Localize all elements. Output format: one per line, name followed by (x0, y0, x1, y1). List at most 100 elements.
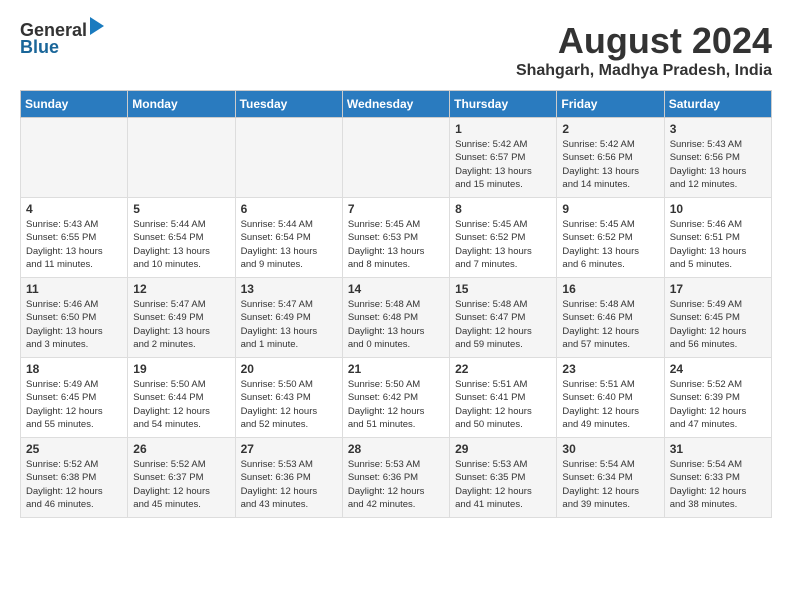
calendar-header-row: Sunday Monday Tuesday Wednesday Thursday… (21, 91, 772, 118)
calendar-cell-w1-d3 (342, 118, 449, 198)
day-info: Sunrise: 5:48 AMSunset: 6:47 PMDaylight:… (455, 298, 551, 351)
day-info: Sunrise: 5:54 AMSunset: 6:33 PMDaylight:… (670, 458, 766, 511)
day-info: Sunrise: 5:52 AMSunset: 6:38 PMDaylight:… (26, 458, 122, 511)
day-number: 19 (133, 362, 229, 376)
day-info: Sunrise: 5:42 AMSunset: 6:56 PMDaylight:… (562, 138, 658, 191)
calendar-cell-w2-d1: 5 Sunrise: 5:44 AMSunset: 6:54 PMDaylight… (128, 198, 235, 278)
calendar-cell-w4-d4: 22Sunrise: 5:51 AMSunset: 6:41 PMDayligh… (450, 358, 557, 438)
calendar-cell-w4-d5: 23 Sunrise: 5:51 AMSunset: 6:40 PMDayligh… (557, 358, 664, 438)
day-info: Sunrise: 5:51 AMSunset: 6:41 PMDaylight:… (455, 378, 551, 431)
logo-triangle-icon (90, 17, 104, 40)
day-info: Sunrise: 5:54 AMSunset: 6:34 PMDaylight:… (562, 458, 658, 511)
calendar-cell-w2-d5: 9Sunrise: 5:45 AMSunset: 6:52 PMDaylight… (557, 198, 664, 278)
calendar-week-1: 1 Sunrise: 5:42 AMSunset: 6:57 PMDaylight… (21, 118, 772, 198)
col-monday: Monday (128, 91, 235, 118)
day-info: Sunrise: 5:49 AMSunset: 6:45 PMDaylight:… (26, 378, 122, 431)
day-info: Sunrise: 5:48 AMSunset: 6:48 PMDaylight:… (348, 298, 444, 351)
calendar-cell-w2-d6: 10Sunrise: 5:46 AMSunset: 6:51 PMDayligh… (664, 198, 771, 278)
day-info: Sunrise: 5:47 AMSunset: 6:49 PMDaylight:… (133, 298, 229, 351)
calendar-cell-w4-d1: 19 Sunrise: 5:50 AMSunset: 6:44 PMDayligh… (128, 358, 235, 438)
calendar-week-4: 18 Sunrise: 5:49 AMSunset: 6:45 PMDayligh… (21, 358, 772, 438)
calendar-cell-w2-d2: 6Sunrise: 5:44 AMSunset: 6:54 PMDaylight… (235, 198, 342, 278)
day-info: Sunrise: 5:52 AMSunset: 6:37 PMDaylight:… (133, 458, 229, 511)
day-number: 3 (670, 122, 766, 136)
day-number: 7 (348, 202, 444, 216)
col-friday: Friday (557, 91, 664, 118)
day-info: Sunrise: 5:43 AMSunset: 6:55 PMDaylight:… (26, 218, 122, 271)
day-number: 17 (670, 282, 766, 296)
title-area: August 2024 Shahgarh, Madhya Pradesh, In… (516, 20, 772, 80)
day-number: 29 (455, 442, 551, 456)
calendar-cell-w5-d0: 25 Sunrise: 5:52 AMSunset: 6:38 PMDayligh… (21, 438, 128, 518)
calendar-cell-w3-d2: 13 Sunrise: 5:47 AMSunset: 6:49 PMDayligh… (235, 278, 342, 358)
day-number: 11 (26, 282, 122, 296)
day-info: Sunrise: 5:52 AMSunset: 6:39 PMDaylight:… (670, 378, 766, 431)
logo-blue-text: Blue (20, 37, 59, 58)
calendar-cell-w3-d1: 12 Sunrise: 5:47 AMSunset: 6:49 PMDayligh… (128, 278, 235, 358)
header: General Blue August 2024 Shahgarh, Madhy… (20, 20, 772, 80)
day-number: 28 (348, 442, 444, 456)
day-info: Sunrise: 5:46 AMSunset: 6:50 PMDaylight:… (26, 298, 122, 351)
day-number: 1 (455, 122, 551, 136)
col-saturday: Saturday (664, 91, 771, 118)
day-info: Sunrise: 5:44 AMSunset: 6:54 PMDaylight:… (133, 218, 229, 271)
calendar-cell-w5-d5: 30 Sunrise: 5:54 AMSunset: 6:34 PMDayligh… (557, 438, 664, 518)
calendar-cell-w5-d2: 27 Sunrise: 5:53 AMSunset: 6:36 PMDayligh… (235, 438, 342, 518)
day-number: 10 (670, 202, 766, 216)
calendar-week-3: 11 Sunrise: 5:46 AMSunset: 6:50 PMDayligh… (21, 278, 772, 358)
day-number: 25 (26, 442, 122, 456)
day-number: 30 (562, 442, 658, 456)
day-info: Sunrise: 5:53 AMSunset: 6:36 PMDaylight:… (348, 458, 444, 511)
day-info: Sunrise: 5:53 AMSunset: 6:36 PMDaylight:… (241, 458, 337, 511)
day-number: 16 (562, 282, 658, 296)
day-number: 26 (133, 442, 229, 456)
calendar-cell-w5-d6: 31 Sunrise: 5:54 AMSunset: 6:33 PMDayligh… (664, 438, 771, 518)
day-number: 18 (26, 362, 122, 376)
calendar-cell-w1-d4: 1 Sunrise: 5:42 AMSunset: 6:57 PMDaylight… (450, 118, 557, 198)
calendar-cell-w4-d3: 21Sunrise: 5:50 AMSunset: 6:42 PMDayligh… (342, 358, 449, 438)
calendar-cell-w3-d5: 16 Sunrise: 5:48 AMSunset: 6:46 PMDayligh… (557, 278, 664, 358)
calendar-cell-w3-d6: 17Sunrise: 5:49 AMSunset: 6:45 PMDayligh… (664, 278, 771, 358)
day-number: 13 (241, 282, 337, 296)
calendar-cell-w4-d0: 18 Sunrise: 5:49 AMSunset: 6:45 PMDayligh… (21, 358, 128, 438)
day-number: 6 (241, 202, 337, 216)
col-wednesday: Wednesday (342, 91, 449, 118)
calendar-cell-w5-d1: 26 Sunrise: 5:52 AMSunset: 6:37 PMDayligh… (128, 438, 235, 518)
calendar-cell-w1-d0 (21, 118, 128, 198)
day-info: Sunrise: 5:48 AMSunset: 6:46 PMDaylight:… (562, 298, 658, 351)
day-number: 12 (133, 282, 229, 296)
day-number: 5 (133, 202, 229, 216)
day-number: 23 (562, 362, 658, 376)
logo: General Blue (20, 20, 104, 58)
calendar-cell-w1-d6: 3 Sunrise: 5:43 AMSunset: 6:56 PMDaylight… (664, 118, 771, 198)
day-number: 8 (455, 202, 551, 216)
location-subtitle: Shahgarh, Madhya Pradesh, India (516, 62, 772, 80)
calendar-cell-w2-d4: 8Sunrise: 5:45 AMSunset: 6:52 PMDaylight… (450, 198, 557, 278)
col-sunday: Sunday (21, 91, 128, 118)
calendar-cell-w5-d4: 29 Sunrise: 5:53 AMSunset: 6:35 PMDayligh… (450, 438, 557, 518)
day-number: 20 (241, 362, 337, 376)
day-number: 15 (455, 282, 551, 296)
day-number: 2 (562, 122, 658, 136)
calendar-cell-w3-d0: 11 Sunrise: 5:46 AMSunset: 6:50 PMDayligh… (21, 278, 128, 358)
calendar-week-5: 25 Sunrise: 5:52 AMSunset: 6:38 PMDayligh… (21, 438, 772, 518)
calendar-table: Sunday Monday Tuesday Wednesday Thursday… (20, 90, 772, 518)
day-number: 21 (348, 362, 444, 376)
col-tuesday: Tuesday (235, 91, 342, 118)
day-number: 27 (241, 442, 337, 456)
calendar-cell-w1-d2 (235, 118, 342, 198)
day-info: Sunrise: 5:45 AMSunset: 6:53 PMDaylight:… (348, 218, 444, 271)
day-number: 31 (670, 442, 766, 456)
day-info: Sunrise: 5:53 AMSunset: 6:35 PMDaylight:… (455, 458, 551, 511)
day-info: Sunrise: 5:45 AMSunset: 6:52 PMDaylight:… (562, 218, 658, 271)
day-info: Sunrise: 5:50 AMSunset: 6:44 PMDaylight:… (133, 378, 229, 431)
calendar-cell-w3-d3: 14Sunrise: 5:48 AMSunset: 6:48 PMDayligh… (342, 278, 449, 358)
calendar-cell-w2-d0: 4Sunrise: 5:43 AMSunset: 6:55 PMDaylight… (21, 198, 128, 278)
day-info: Sunrise: 5:51 AMSunset: 6:40 PMDaylight:… (562, 378, 658, 431)
month-year-title: August 2024 (516, 20, 772, 62)
day-info: Sunrise: 5:47 AMSunset: 6:49 PMDaylight:… (241, 298, 337, 351)
day-info: Sunrise: 5:43 AMSunset: 6:56 PMDaylight:… (670, 138, 766, 191)
day-info: Sunrise: 5:42 AMSunset: 6:57 PMDaylight:… (455, 138, 551, 191)
col-thursday: Thursday (450, 91, 557, 118)
day-info: Sunrise: 5:50 AMSunset: 6:43 PMDaylight:… (241, 378, 337, 431)
